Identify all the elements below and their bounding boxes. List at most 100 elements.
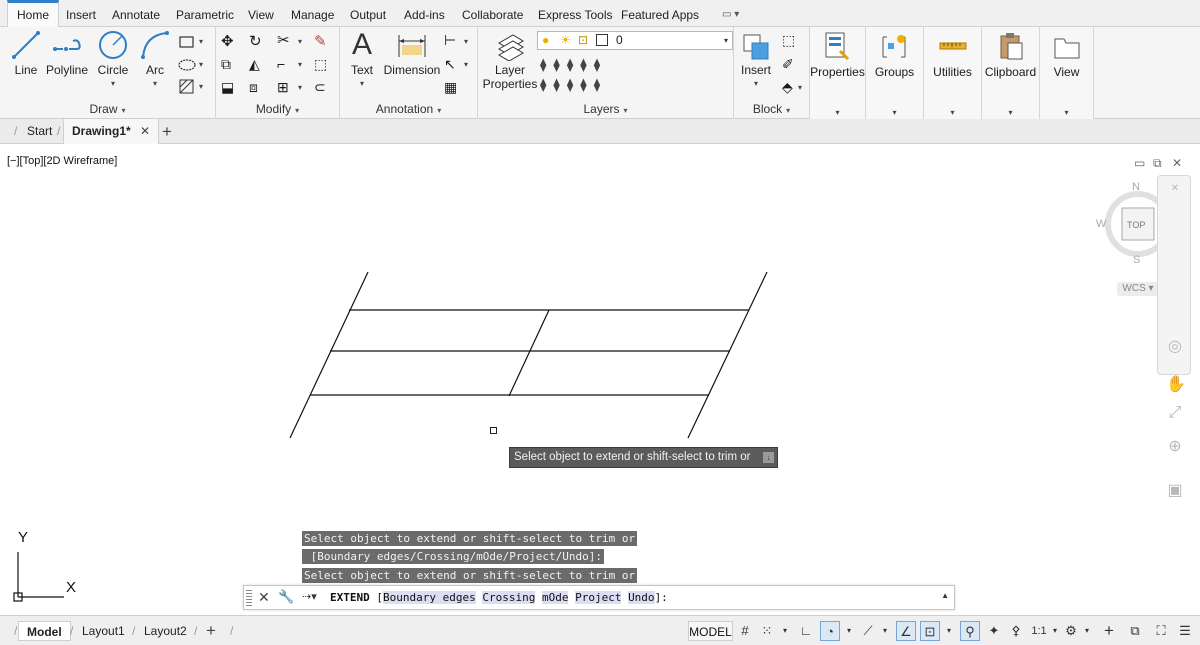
properties-dropdown-icon[interactable]: ▾ [810,108,865,117]
create-block-icon[interactable]: ⬚ [782,32,800,50]
groups-panel[interactable]: Groups ▾ [866,27,924,119]
auto-scale-icon[interactable]: ✦ [986,621,1002,641]
properties-panel[interactable]: Properties ▾ [810,27,866,119]
modify-panel-title[interactable]: Modify ▾ [216,102,339,116]
workspace-gear-icon[interactable]: ⚙ [1062,621,1080,641]
model-layout-tab[interactable]: Model [18,621,71,641]
option-project[interactable]: Project [575,591,622,604]
clipboard-panel[interactable]: Clipboard ▾ [982,27,1040,119]
command-history-toggle-icon[interactable]: ▲ [941,591,949,600]
array-icon[interactable]: ⊞ [277,79,295,97]
groups-dropdown-icon[interactable]: ▾ [866,108,923,117]
circle-button[interactable]: Circle ▾ [94,29,132,91]
pan-icon[interactable]: ✋ [1166,376,1186,394]
polar-tracking-icon[interactable]: ◔ [820,621,840,641]
wcs-menu[interactable]: WCS ▾ [1117,282,1159,296]
fillet-dropdown-icon[interactable]: ▾ [298,60,302,69]
navbar-close-icon[interactable]: ✕ [1166,180,1184,198]
layout1-tab[interactable]: Layout1 [82,621,125,641]
layout2-tab[interactable]: Layout2 [144,621,187,641]
option-mode[interactable]: mOde [541,591,569,604]
scale-dropdown-icon[interactable]: ▾ [1050,621,1060,641]
drawing-line-left-slant[interactable] [289,271,369,439]
draw-panel-title[interactable]: Draw ▾ [0,102,215,116]
rotate-icon[interactable]: ↻ [249,32,267,50]
close-drawing-icon[interactable]: ✕ [140,124,150,138]
ribbon-minimize-icon[interactable]: ▭ ▾ [722,9,746,21]
command-line-customize-icon[interactable]: 🔧 [278,589,294,605]
isolate-objects-icon[interactable]: ⧉ [1126,621,1144,641]
insert-dropdown-icon[interactable]: ▾ [736,77,776,91]
ortho-icon[interactable]: ∟ [798,621,814,641]
drawing-line-middle-slant[interactable] [508,309,550,397]
command-line-grip-icon[interactable] [246,590,252,606]
view-dropdown-icon[interactable]: ▾ [1040,108,1093,117]
text-button[interactable]: A Text ▾ [346,29,378,91]
ellipse-icon[interactable] [178,56,196,74]
polyline-button[interactable]: Polyline [44,29,90,77]
layers-panel-title[interactable]: Layers ▾ [478,102,733,116]
explode-icon[interactable]: ⬚ [314,56,332,74]
workspace-dropdown-icon[interactable]: ▾ [1082,621,1092,641]
tab-home[interactable]: Home [7,0,60,28]
clipboard-dropdown-icon[interactable]: ▾ [982,108,1039,117]
layer-color-swatch[interactable] [596,34,608,46]
linear-dimension-dropdown-icon[interactable]: ▾ [464,37,468,46]
edit-attributes-dropdown-icon[interactable]: ▾ [798,83,802,92]
tab-output[interactable]: Output [350,0,386,27]
command-prompt[interactable]: EXTEND [Boundary edges Crossing mOde Pro… [330,591,668,604]
zoom-extents-icon[interactable]: ⤢ [1166,404,1184,422]
offset-icon[interactable]: ⊂ [314,79,332,97]
option-undo[interactable]: Undo [628,591,655,604]
ellipse-dropdown-icon[interactable]: ▾ [199,60,203,69]
object-snap-icon[interactable]: ⊡ [920,621,940,641]
leader-icon[interactable]: ↖ [444,56,462,74]
showmotion-icon[interactable]: ▣ [1166,482,1184,500]
rectangle-dropdown-icon[interactable]: ▾ [199,37,203,46]
hatch-icon[interactable] [178,78,196,96]
layer-dropdown-chevron-icon[interactable]: ▾ [724,32,728,49]
block-panel-title[interactable]: Block ▾ [734,102,809,116]
copy-icon[interactable]: ⧉ [221,56,239,74]
dimension-button[interactable]: Dimension [382,29,442,77]
array-dropdown-icon[interactable]: ▾ [298,83,302,92]
option-crossing[interactable]: Crossing [482,591,536,604]
stretch-icon[interactable]: ⬓ [221,79,239,97]
isometric-drafting-icon[interactable]: ⟋ [860,621,876,641]
utilities-panel[interactable]: Utilities ▾ [924,27,982,119]
view-panel[interactable]: View ▾ [1040,27,1094,119]
new-tab-plus-icon[interactable]: + [162,119,172,144]
drawing-viewport[interactable]: [−][Top][2D Wireframe] ▭ ⧉ ✕ N S E W TOP… [0,145,1200,615]
snap-dropdown-icon[interactable]: ▾ [780,621,790,641]
circle-dropdown-icon[interactable]: ▾ [94,77,132,91]
trim-icon[interactable]: ✂ [277,31,295,49]
annotation-monitor-icon[interactable]: + [1100,621,1118,641]
line-button[interactable]: Line [10,29,42,77]
hatch-dropdown-icon[interactable]: ▾ [199,82,203,91]
steering-wheel-icon[interactable]: ◎ [1166,338,1184,356]
layer-dropdown[interactable]: ● ☀ ⊡ 0 ▾ [537,31,733,50]
model-space-button[interactable]: MODEL [688,621,733,641]
drawing-tab[interactable]: Drawing1* ✕ [63,119,160,144]
command-line-close-icon[interactable]: ✕ [258,589,270,606]
object-snap-dropdown-icon[interactable]: ▾ [944,621,954,641]
edit-block-icon[interactable]: ✐ [782,56,800,74]
text-dropdown-icon[interactable]: ▾ [346,77,378,91]
tab-view[interactable]: View [248,0,274,27]
customization-menu-icon[interactable]: ☰ [1176,621,1194,641]
grid-icon[interactable]: # [738,621,752,641]
tooltip-expand-icon[interactable]: ↓ [763,452,774,463]
utilities-dropdown-icon[interactable]: ▾ [924,108,981,117]
arc-dropdown-icon[interactable]: ▾ [138,77,172,91]
leader-dropdown-icon[interactable]: ▾ [464,60,468,69]
tab-featured-apps[interactable]: Featured Apps [621,0,699,27]
viewcube-top-face[interactable]: TOP [1127,220,1145,230]
clean-screen-icon[interactable]: ⛶ [1152,621,1170,641]
tab-manage[interactable]: Manage [291,0,334,27]
layer-properties-button[interactable]: Layer Properties [482,29,538,91]
scale-value[interactable]: 1:1 [1028,621,1050,641]
viewcube-south[interactable]: S [1133,254,1140,266]
tab-parametric[interactable]: Parametric [176,0,234,27]
polar-dropdown-icon[interactable]: ▾ [844,621,854,641]
isometric-dropdown-icon[interactable]: ▾ [880,621,890,641]
